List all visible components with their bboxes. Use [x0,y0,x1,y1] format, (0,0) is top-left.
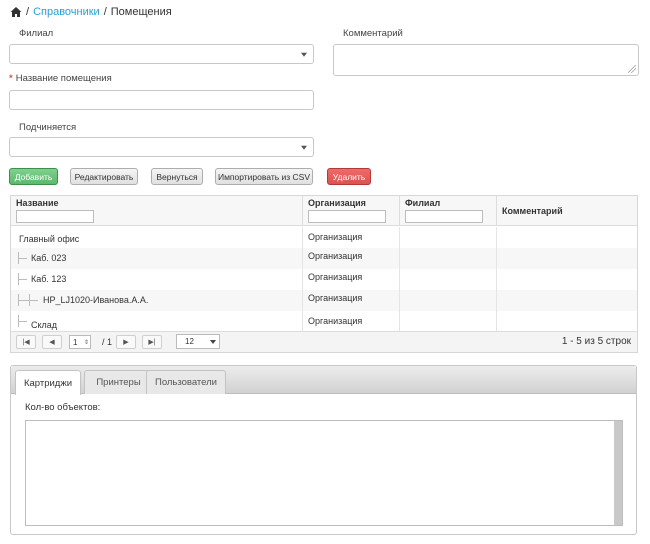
table-row[interactable]: Каб. 123 Организация [11,269,637,290]
table-row[interactable]: Главный офис Организация [11,227,637,248]
breadcrumb-current: Помещения [110,6,172,18]
column-title: Название [16,198,59,208]
tree-connector [18,258,27,259]
row-name: Главный офис [19,234,80,244]
parent-select[interactable] [9,137,314,157]
cell-org: Организация [303,269,400,290]
edit-button[interactable]: Редактировать [70,168,138,185]
breadcrumb-separator: / [103,6,107,18]
row-org: Организация [308,316,363,326]
comment-textarea[interactable] [333,44,639,76]
cell-comment [497,290,637,311]
last-page-icon[interactable]: ▶| [142,335,162,349]
cell-org: Организация [303,248,400,269]
filial-select[interactable] [9,44,314,64]
table-row[interactable]: HP_LJ1020-Иванова.А.А. Организация [11,290,637,311]
add-button[interactable]: Добавить [9,168,58,185]
room-name-label-text: Название помещения [15,73,112,84]
cell-filial [400,311,497,332]
row-org: Организация [308,232,363,242]
delete-button[interactable]: Удалить [327,168,371,185]
page-total: / 1 [102,337,113,347]
page-size-select[interactable]: 12 [176,334,220,349]
breadcrumb: / Справочники / Помещения [10,6,172,18]
room-name-label: * Название помещения [9,73,112,84]
page-number-value: 1 [73,337,78,347]
cell-name: HP_LJ1020-Иванова.А.А. [11,290,303,311]
table-row[interactable]: Склад Организация [11,311,637,332]
tab-cartridges[interactable]: Картриджи [15,370,81,395]
column-title: Комментарий [502,206,563,216]
next-page-icon[interactable]: ▶ [116,335,136,349]
home-icon[interactable] [10,6,22,18]
grid-header: Название Организация Филиал Комментарий [11,196,637,226]
first-page-icon[interactable]: |◀ [16,335,36,349]
row-org: Организация [308,251,363,261]
required-mark: * [9,73,13,84]
row-name: Каб. 023 [31,253,67,263]
scrollbar[interactable] [614,421,622,525]
tab-users[interactable]: Пользователи [146,370,226,394]
tab-bar: Картриджи Принтеры Пользователи [11,366,636,395]
table-row[interactable]: Каб. 023 Организация [11,248,637,269]
cell-comment [497,311,637,332]
cell-org: Организация [303,227,400,248]
tab-printers[interactable]: Принтеры [84,370,153,394]
details-panel: Картриджи Принтеры Пользователи Кол-во о… [10,365,637,535]
breadcrumb-separator: / [26,6,30,18]
org-filter-input[interactable] [308,210,386,223]
cell-name: Склад [11,311,303,332]
chevron-down-icon [301,52,307,57]
column-title: Филиал [405,198,441,208]
row-name: Склад [31,320,58,330]
chevron-down-icon [301,145,307,150]
page-size-value: 12 [185,337,194,346]
row-org: Организация [308,293,363,303]
cell-comment [497,248,637,269]
cell-filial [400,227,497,248]
tree-connector [18,279,27,280]
records-summary: 1 - 5 из 5 строк [561,336,631,347]
breadcrumb-link-directories[interactable]: Справочники [33,6,100,18]
tree-connector [18,321,27,322]
cell-org: Организация [303,311,400,332]
cell-comment [497,227,637,248]
cell-name: Главный офис [11,227,303,248]
cell-org: Организация [303,290,400,311]
back-button[interactable]: Вернуться [151,168,203,185]
row-name: HP_LJ1020-Иванова.А.А. [43,295,149,305]
chevron-down-icon [210,339,216,344]
grid-pager: |◀ ◀ 1 ⇕ / 1 ▶ ▶| 12 1 - 5 из 5 строк [11,331,637,352]
column-header-org[interactable]: Организация [303,196,400,226]
filial-filter-input[interactable] [405,210,483,223]
cell-filial [400,248,497,269]
cell-name: Каб. 123 [11,269,303,290]
object-count-label: Кол-во объектов: [25,402,101,413]
rooms-grid: Название Организация Филиал Комментарий … [10,195,638,353]
column-title: Организация [308,198,366,208]
row-org: Организация [308,272,363,282]
prev-page-icon[interactable]: ◀ [42,335,62,349]
resize-grip-icon[interactable] [628,65,636,73]
tree-connector [29,294,30,306]
parent-label: Подчиняется [19,122,77,133]
column-header-comment[interactable]: Комментарий [497,196,637,226]
name-filter-input[interactable] [16,210,94,223]
filial-label: Филиал [19,28,54,39]
cell-filial [400,290,497,311]
room-name-input[interactable] [9,90,314,110]
tree-connector [18,300,38,301]
page-number-input[interactable]: 1 ⇕ [69,335,91,349]
column-header-name[interactable]: Название [11,196,303,226]
cell-name: Каб. 023 [11,248,303,269]
cell-comment [497,269,637,290]
column-header-filial[interactable]: Филиал [400,196,497,226]
objects-list[interactable] [25,420,623,526]
row-name: Каб. 123 [31,274,67,284]
import-csv-button[interactable]: Импортировать из CSV [215,168,313,185]
cell-filial [400,269,497,290]
comment-label: Комментарий [343,28,403,39]
spinner-icon[interactable]: ⇕ [84,339,90,346]
